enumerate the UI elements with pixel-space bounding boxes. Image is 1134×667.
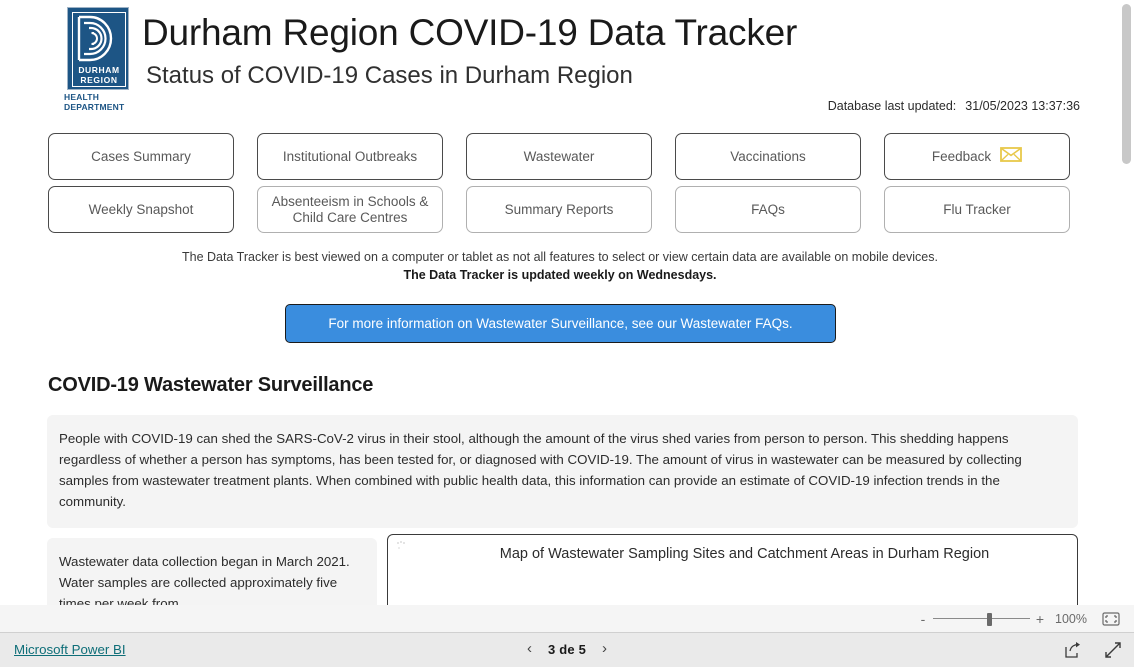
logo-d-arcs-icon [77, 15, 113, 62]
power-bi-report-viewer: DURHAM REGION HEALTH DEPARTMENT Durham R… [0, 0, 1134, 667]
zoom-controls: - + 100% [915, 605, 1122, 632]
wastewater-info-card: People with COVID-19 can shed the SARS-C… [47, 415, 1078, 528]
nav-button-summary-reports[interactable]: Summary Reports [466, 186, 652, 233]
nav-label: Summary Reports [504, 201, 614, 217]
chevron-right-icon[interactable]: › [602, 641, 607, 657]
wastewater-info-text: People with COVID-19 can shed the SARS-C… [59, 431, 1022, 509]
fit-to-page-icon[interactable] [1100, 611, 1122, 627]
last-updated-value: 31/05/2023 13:37:36 [965, 99, 1080, 113]
fullscreen-icon[interactable] [1104, 641, 1122, 659]
nav-row-2: Weekly Snapshot Absenteeism in Schools &… [48, 186, 1071, 233]
wastewater-faqs-button[interactable]: For more information on Wastewater Surve… [285, 304, 836, 343]
nav-button-faqs[interactable]: FAQs [675, 186, 861, 233]
report-canvas: DURHAM REGION HEALTH DEPARTMENT Durham R… [0, 0, 1134, 620]
vertical-scrollbar[interactable] [1119, 0, 1134, 620]
logo-wordmark: DURHAM REGION [73, 65, 125, 85]
viewing-note: The Data Tracker is best viewed on a com… [182, 250, 938, 264]
nav-label: FAQs [751, 201, 785, 217]
report-header: DURHAM REGION HEALTH DEPARTMENT Durham R… [0, 0, 1100, 125]
nav-label: Cases Summary [91, 148, 191, 164]
envelope-icon [1000, 147, 1023, 166]
nav-row-1: Cases Summary Institutional Outbreaks Wa… [48, 133, 1071, 180]
zoom-slider[interactable] [933, 612, 1030, 626]
nav-button-institutional-outbreaks[interactable]: Institutional Outbreaks [257, 133, 443, 180]
nav-label: Feedback [931, 148, 992, 164]
zoom-out-button[interactable]: - [915, 611, 931, 627]
nav-button-absenteeism[interactable]: Absenteeism in Schools & Child Care Cent… [257, 186, 443, 233]
durham-region-health-logo: DURHAM REGION HEALTH DEPARTMENT [64, 7, 148, 119]
zoom-in-button[interactable]: + [1032, 611, 1048, 627]
zoom-percent-label: 100% [1055, 611, 1087, 626]
nav-button-weekly-snapshot[interactable]: Weekly Snapshot [48, 186, 234, 233]
zoom-strip: - + 100% [0, 605, 1134, 632]
footer-action-icons [1064, 641, 1122, 659]
nav-label: Wastewater [523, 148, 595, 164]
share-icon[interactable] [1064, 641, 1082, 659]
nav-button-wastewater[interactable]: Wastewater [466, 133, 652, 180]
last-updated-label: Database last updated: [827, 99, 957, 113]
nav-button-feedback[interactable]: Feedback [884, 133, 1070, 180]
section-heading: COVID-19 Wastewater Surveillance [48, 374, 374, 396]
nav-label: Weekly Snapshot [88, 201, 194, 217]
logo-department-text: HEALTH DEPARTMENT [64, 92, 148, 112]
page-subtitle: Status of COVID-19 Cases in Durham Regio… [146, 62, 633, 89]
nav-button-cases-summary[interactable]: Cases Summary [48, 133, 234, 180]
logo-wordmark-line2: REGION [80, 74, 118, 85]
chevron-left-icon[interactable]: ‹ [527, 641, 532, 657]
logo-mark: DURHAM REGION [67, 7, 129, 90]
nav-button-flu-tracker[interactable]: Flu Tracker [884, 186, 1070, 233]
update-schedule-note: The Data Tracker is updated weekly on We… [403, 268, 717, 282]
nav-label: Institutional Outbreaks [282, 148, 418, 164]
nav-button-vaccinations[interactable]: Vaccinations [675, 133, 861, 180]
navigation-buttons: Cases Summary Institutional Outbreaks Wa… [48, 133, 1071, 239]
page-indicator-label: 3 de 5 [547, 641, 587, 657]
scrollbar-thumb[interactable] [1122, 4, 1131, 164]
database-last-updated: Database last updated: 31/05/2023 13:37:3… [828, 99, 1080, 113]
page-title: Durham Region COVID-19 Data Tracker [142, 12, 798, 53]
report-status-bar: Microsoft Power BI ‹ 3 de 5 › [0, 632, 1134, 667]
map-title: Map of Wastewater Sampling Sites and Cat… [499, 546, 990, 562]
nav-label: Vaccinations [730, 148, 806, 164]
nav-label: Flu Tracker [943, 201, 1011, 217]
page-navigation: ‹ 3 de 5 › [0, 641, 1134, 657]
logo-dept-line2: DEPARTMENT [64, 101, 125, 112]
cta-label: For more information on Wastewater Surve… [328, 316, 793, 331]
nav-label: Absenteeism in Schools & Child Care Cent… [271, 193, 429, 225]
zoom-slider-handle[interactable] [987, 612, 992, 626]
